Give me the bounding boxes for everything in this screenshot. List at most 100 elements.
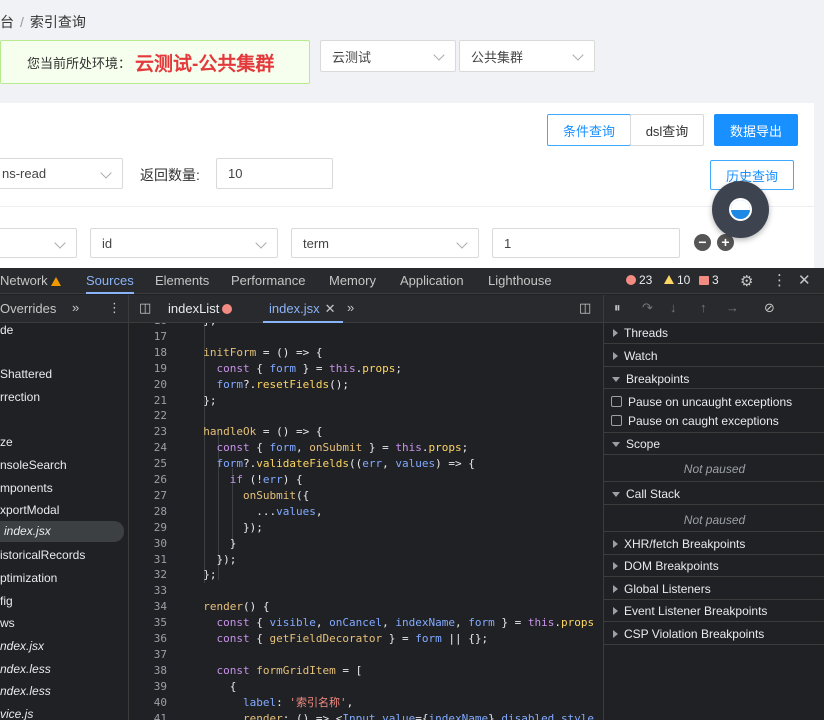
tree-item[interactable]: ptimization — [0, 571, 57, 585]
code-line[interactable]: 29 }); — [129, 520, 603, 536]
tab-overrides[interactable]: Overrides — [0, 296, 56, 322]
toggle-debugger-icon[interactable]: ◫ — [579, 300, 591, 316]
tree-item[interactable]: Shattered — [0, 367, 52, 381]
line-number[interactable]: 28 — [129, 504, 167, 520]
line-number[interactable]: 39 — [129, 679, 167, 695]
error-count[interactable]: 23 — [626, 273, 652, 287]
tab-sources[interactable]: Sources — [86, 268, 134, 294]
tree-item[interactable]: xportModal — [0, 503, 59, 517]
code-line[interactable]: 30 } — [129, 536, 603, 552]
error-close-icon[interactable] — [222, 304, 233, 314]
line-number[interactable]: 17 — [129, 329, 167, 345]
code-line[interactable]: 31 }); — [129, 552, 603, 568]
checkbox[interactable] — [611, 396, 622, 407]
tree-item[interactable]: ze — [0, 435, 13, 449]
tab-network[interactable]: Network — [0, 268, 61, 294]
line-number[interactable]: 27 — [129, 488, 167, 504]
code-line[interactable]: 17 — [129, 329, 603, 345]
cluster-select[interactable]: 公共集群 — [459, 40, 595, 72]
tab-memory[interactable]: Memory — [329, 268, 376, 294]
pause-icon[interactable]: ⏸ — [614, 300, 621, 316]
code-line[interactable]: 26 if (!err) { — [129, 472, 603, 488]
code-line[interactable]: 19 const { form } = this.props; — [129, 361, 603, 377]
condition-query-button[interactable]: 条件查询 — [547, 114, 631, 146]
tree-item[interactable]: rrection — [0, 390, 40, 404]
toggle-navigator-icon[interactable]: ◫ — [139, 300, 151, 316]
return-count-input[interactable]: 10 — [216, 158, 333, 189]
step-into-icon[interactable]: ↓ — [670, 300, 677, 315]
line-number[interactable]: 37 — [129, 647, 167, 663]
line-number[interactable]: 40 — [129, 695, 167, 711]
tree-item[interactable]: fig — [0, 594, 13, 608]
line-number[interactable]: 22 — [129, 408, 167, 424]
pause-uncaught-option[interactable]: Pause on uncaught exceptions — [604, 395, 824, 409]
close-icon[interactable]: ✕ — [325, 301, 336, 316]
dsl-query-button[interactable]: dsl查询 — [630, 114, 704, 146]
file-tab-indexlist[interactable]: indexList — [168, 296, 233, 322]
pause-caught-option[interactable]: Pause on caught exceptions — [604, 414, 824, 428]
line-number[interactable]: 19 — [129, 361, 167, 377]
code-editor[interactable]: 16 };1718 initForm = () => {19 const { f… — [129, 323, 603, 720]
line-number[interactable]: 26 — [129, 472, 167, 488]
code-line[interactable]: 40 label: '索引名称', — [129, 695, 603, 711]
code-line[interactable]: 38 const formGridItem = [ — [129, 663, 603, 679]
chevrons-right-icon[interactable]: » — [72, 300, 79, 315]
code-line[interactable]: 28 ...values, — [129, 504, 603, 520]
code-line[interactable]: 37 — [129, 647, 603, 663]
line-number[interactable]: 25 — [129, 456, 167, 472]
issue-count[interactable]: 3 — [699, 273, 719, 287]
section-watch[interactable]: Watch — [604, 349, 824, 363]
section-global-listeners[interactable]: Global Listeners — [604, 582, 824, 596]
operator-select[interactable]: term — [291, 228, 479, 258]
more-vertical-icon[interactable]: ⋮ — [108, 300, 121, 316]
step-over-icon[interactable]: ↷ — [642, 300, 653, 316]
step-icon[interactable]: → — [726, 300, 739, 315]
section-threads[interactable]: Threads — [604, 326, 824, 340]
tree-item[interactable]: ndex.jsx — [0, 639, 44, 653]
checkbox[interactable] — [611, 415, 622, 426]
tree-item[interactable]: ndex.less — [0, 684, 51, 698]
line-number[interactable]: 32 — [129, 567, 167, 583]
file-tab-index-jsx[interactable]: index.jsx ✕ — [263, 296, 343, 323]
tree-item-selected[interactable]: index.jsx — [0, 521, 124, 542]
remove-condition-icon[interactable]: − — [694, 234, 711, 251]
line-number[interactable]: 29 — [129, 520, 167, 536]
field-select[interactable]: id — [90, 228, 278, 258]
code-line[interactable]: 39 { — [129, 679, 603, 695]
tree-item[interactable]: nsoleSearch — [0, 458, 67, 472]
more-vertical-icon[interactable]: ⋮ — [772, 271, 787, 289]
export-data-button[interactable]: 数据导出 — [714, 114, 798, 146]
line-number[interactable]: 30 — [129, 536, 167, 552]
tab-lighthouse[interactable]: Lighthouse — [488, 268, 552, 294]
environment-select[interactable]: 云测试 — [320, 40, 456, 72]
section-csp-violation-breakpoints[interactable]: CSP Violation Breakpoints — [604, 627, 824, 641]
step-out-icon[interactable]: ↑ — [700, 300, 707, 315]
chevrons-right-icon[interactable]: » — [347, 300, 354, 315]
gear-icon[interactable]: ⚙ — [740, 272, 753, 290]
section-breakpoints[interactable]: Breakpoints — [604, 372, 824, 386]
line-number[interactable]: 18 — [129, 345, 167, 361]
section-event-listener-breakpoints[interactable]: Event Listener Breakpoints — [604, 604, 824, 618]
value-input[interactable]: 1 — [492, 228, 680, 258]
tree-item[interactable]: mponents — [0, 481, 53, 495]
code-line[interactable]: 23 handleOk = () => { — [129, 424, 603, 440]
line-number[interactable]: 24 — [129, 440, 167, 456]
tree-item[interactable]: vice.js — [0, 707, 33, 720]
line-number[interactable]: 38 — [129, 663, 167, 679]
code-line[interactable]: 20 form?.resetFields(); — [129, 377, 603, 393]
line-number[interactable]: 20 — [129, 377, 167, 393]
section-dom-breakpoints[interactable]: DOM Breakpoints — [604, 559, 824, 573]
tree-item[interactable]: ws — [0, 616, 15, 630]
code-line[interactable]: 41 render: () => <Input value={indexName… — [129, 711, 603, 720]
tab-elements[interactable]: Elements — [155, 268, 209, 294]
line-number[interactable]: 31 — [129, 552, 167, 568]
logic-select[interactable] — [0, 228, 77, 258]
line-number[interactable]: 21 — [129, 393, 167, 409]
code-line[interactable]: 22 — [129, 408, 603, 424]
breadcrumb-parent[interactable]: 台 — [0, 14, 14, 30]
section-scope[interactable]: Scope — [604, 437, 824, 451]
tab-application[interactable]: Application — [400, 268, 464, 294]
index-select[interactable]: ns-read — [0, 158, 123, 189]
section-call-stack[interactable]: Call Stack — [604, 487, 824, 501]
code-line[interactable]: 33 — [129, 583, 603, 599]
